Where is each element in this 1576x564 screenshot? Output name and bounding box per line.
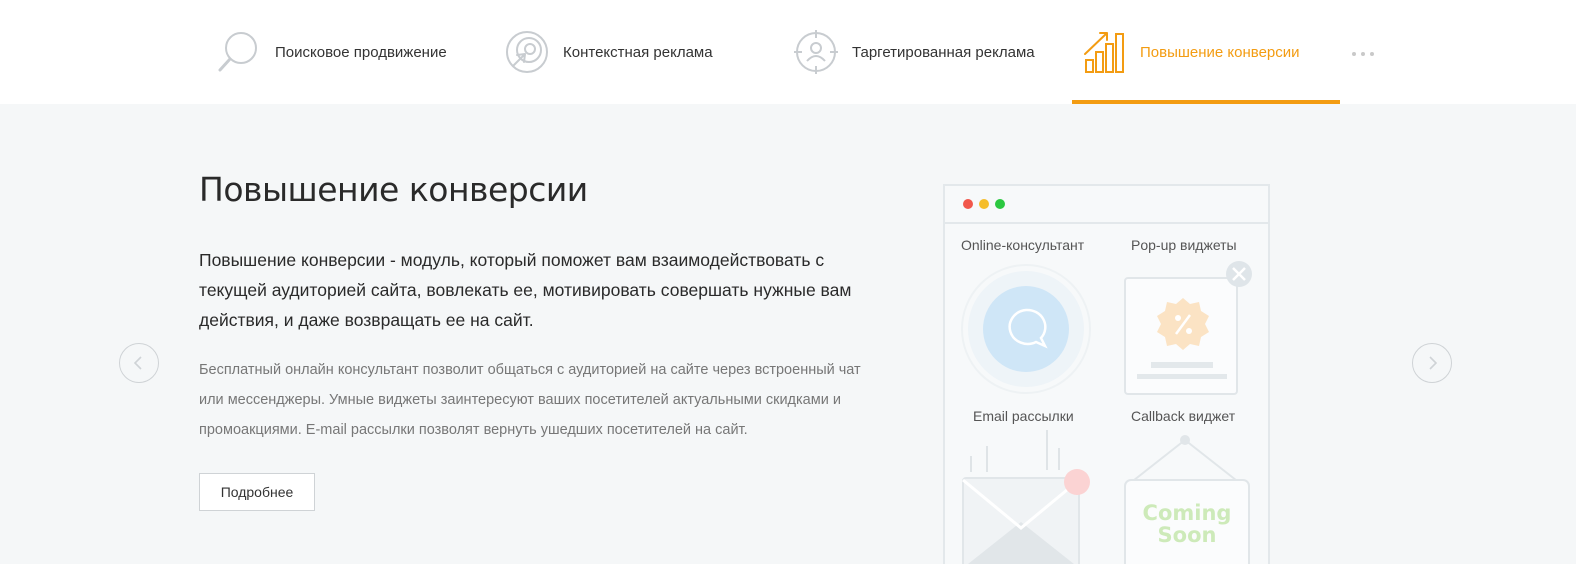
chevron-right-icon bbox=[1429, 356, 1438, 370]
discount-badge-icon bbox=[1124, 261, 1252, 395]
widget-label-callback: Callback виджет bbox=[1131, 408, 1236, 424]
ellipsis-icon[interactable] bbox=[1348, 44, 1378, 64]
user-target-icon bbox=[794, 30, 838, 74]
chevron-left-icon bbox=[133, 356, 142, 370]
envelope-icon bbox=[962, 430, 1090, 564]
target-click-icon bbox=[506, 31, 548, 73]
browser-title-bar bbox=[945, 186, 1268, 224]
tab-label: Таргетированная реклама bbox=[852, 43, 1035, 61]
carousel-prev-button[interactable] bbox=[119, 343, 159, 383]
ellipsis-dot bbox=[1352, 52, 1356, 56]
growth-chart-icon bbox=[1084, 32, 1124, 73]
coming-soon-sign-text: Coming Soon bbox=[1125, 502, 1249, 546]
coming-soon-word: Coming bbox=[1142, 501, 1232, 525]
tab-label: Повышение конверсии bbox=[1140, 43, 1300, 61]
widget-label-popup: Pop-up виджеты bbox=[1131, 237, 1237, 253]
page-title: Повышение конверсии bbox=[199, 170, 588, 209]
chat-bubble-icon bbox=[961, 264, 1091, 394]
coming-soon-word: Soon bbox=[1157, 523, 1217, 547]
widget-label-online-consultant: Online-консультант bbox=[961, 237, 1085, 253]
tab-targeted-ads[interactable]: Таргетированная реклама bbox=[792, 0, 1035, 104]
tab-context-ads[interactable]: Контекстная реклама bbox=[503, 0, 713, 104]
carousel-next-button[interactable] bbox=[1412, 343, 1452, 383]
ellipsis-dot bbox=[1370, 52, 1374, 56]
more-details-button[interactable]: Подробнее bbox=[199, 473, 315, 511]
tab-label: Контекстная реклама bbox=[563, 43, 713, 61]
description-paragraph: Бесплатный онлайн консультант позволит о… bbox=[199, 362, 861, 438]
tab-label: Поисковое продвижение bbox=[275, 43, 447, 61]
window-minimize-dot bbox=[979, 199, 989, 209]
tab-search-promotion[interactable]: Поисковое продвижение bbox=[215, 0, 447, 104]
magnifier-icon bbox=[218, 32, 257, 72]
service-tabs: Поисковое продвижение Контекстная реклам… bbox=[0, 0, 1576, 104]
window-close-dot bbox=[963, 199, 973, 209]
browser-illustration: Online-консультант Pop-up виджеты Email … bbox=[943, 184, 1270, 564]
widget-label-email: Email рассылки bbox=[973, 408, 1074, 424]
lead-paragraph: Повышение конверсии - модуль, который по… bbox=[199, 250, 852, 330]
ellipsis-dot bbox=[1361, 52, 1365, 56]
window-maximize-dot bbox=[995, 199, 1005, 209]
tab-conversion-boost[interactable]: Повышение конверсии bbox=[1072, 0, 1340, 104]
